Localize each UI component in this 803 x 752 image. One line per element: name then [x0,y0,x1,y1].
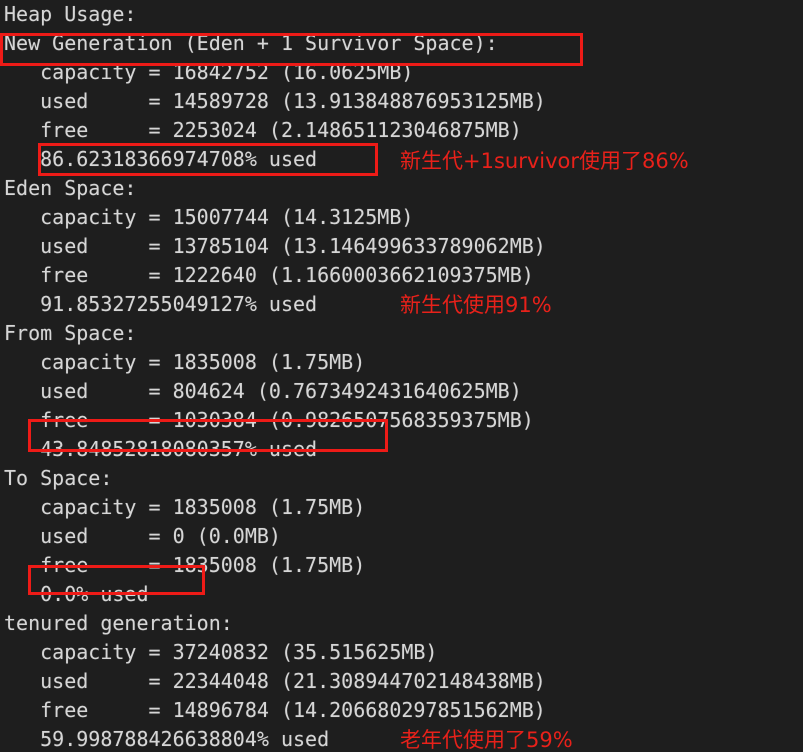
line-to-space-percent: 0.0% used [4,582,149,606]
terminal-output: Heap Usage: New Generation (Eden + 1 Sur… [0,0,803,752]
line-eden-space-percent: 91.85327255049127% used [4,292,318,316]
line-from-space-header: From Space: [4,321,137,345]
line-eden-space-free: free = 1222640 (1.1660003662109375MB) [4,263,534,287]
line-from-space-used: used = 804624 (0.7673492431640625MB) [4,379,522,403]
annotation-new-generation: 新生代+1survivor使用了86% [400,149,689,173]
line-to-space-header: To Space: [4,466,113,490]
line-tenured-capacity: capacity = 37240832 (35.515625MB) [4,640,438,664]
annotation-eden-space: 新生代使用91% [400,293,552,317]
line-from-space-capacity: capacity = 1835008 (1.75MB) [4,350,366,374]
line-to-space-capacity: capacity = 1835008 (1.75MB) [4,495,366,519]
line-eden-space-header: Eden Space: [4,176,137,200]
line-heap-usage-header: Heap Usage: [4,2,137,26]
annotation-tenured-generation: 老年代使用了59% [400,728,573,752]
line-new-generation-capacity: capacity = 16842752 (16.0625MB) [4,60,414,84]
line-to-space-free: free = 1835008 (1.75MB) [4,553,366,577]
line-new-generation-header: New Generation (Eden + 1 Survivor Space)… [4,31,498,55]
line-tenured-free: free = 14896784 (14.206680297851562MB) [4,698,546,722]
line-new-generation-percent: 86.62318366974708% used [4,147,318,171]
line-tenured-percent: 59.998788426638804% used [4,727,330,751]
line-new-generation-free: free = 2253024 (2.148651123046875MB) [4,118,522,142]
line-eden-space-capacity: capacity = 15007744 (14.3125MB) [4,205,414,229]
line-tenured-used: used = 22344048 (21.308944702148438MB) [4,669,546,693]
line-from-space-percent: 43.84852818080357% used [4,437,318,461]
line-new-generation-used: used = 14589728 (13.913848876953125MB) [4,89,546,113]
line-to-space-used: used = 0 (0.0MB) [4,524,281,548]
line-tenured-generation-header: tenured generation: [4,611,233,635]
line-from-space-free: free = 1030384 (0.9826507568359375MB) [4,408,534,432]
line-eden-space-used: used = 13785104 (13.146499633789062MB) [4,234,546,258]
